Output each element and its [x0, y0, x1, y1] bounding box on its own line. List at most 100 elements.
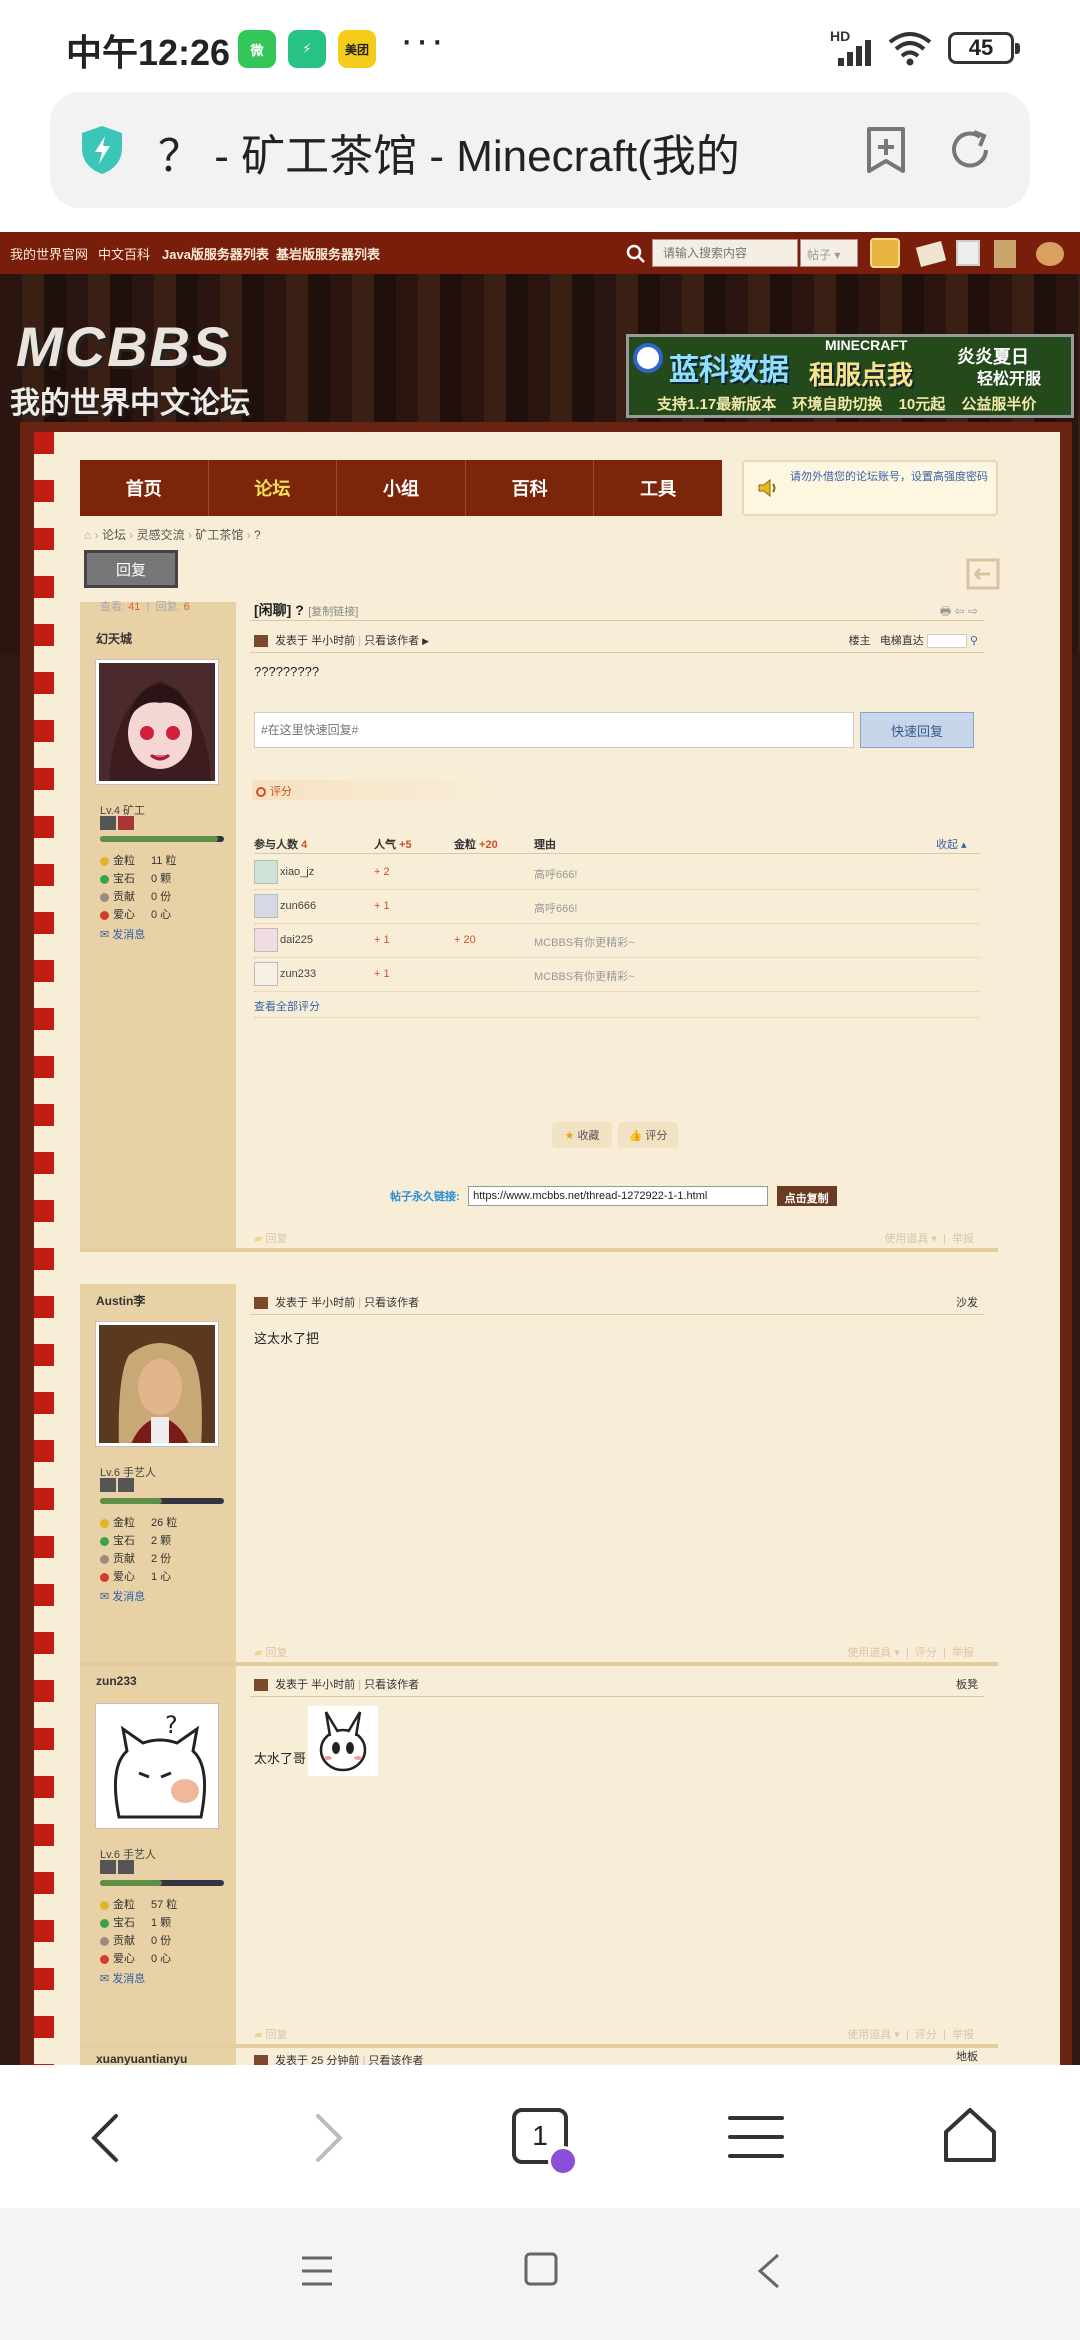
home-icon[interactable]: ⌂: [84, 528, 91, 542]
nav-home[interactable]: 首页: [80, 460, 209, 516]
rate-collapse-label: 收起: [936, 839, 958, 851]
rate-user-avatar[interactable]: [254, 860, 278, 884]
post-3-username[interactable]: zun233: [96, 1674, 137, 1688]
return-icon[interactable]: [966, 558, 1000, 590]
breadcrumb-inspiration[interactable]: 灵感交流: [137, 528, 185, 542]
shield-icon[interactable]: [80, 124, 124, 176]
breadcrumb-thread[interactable]: ?: [254, 528, 261, 542]
home-icon[interactable]: [940, 2106, 1000, 2166]
use-tools-link[interactable]: 使用道具: [847, 2029, 891, 2041]
post-3-stat-contrib: 贡献 0 份: [100, 1932, 171, 1948]
badge-minecart-icon[interactable]: [118, 816, 134, 830]
use-tools-link[interactable]: 使用道具: [884, 1233, 928, 1245]
prev-thread-icon[interactable]: ⇦: [955, 604, 965, 618]
rate-reason: MCBBS有你更精彩~: [534, 937, 635, 949]
use-tools-link[interactable]: 使用道具: [847, 1647, 891, 1659]
rate-header-users-count: 4: [301, 839, 308, 851]
badge-minecart-icon[interactable]: [100, 1478, 116, 1492]
reply-button[interactable]: 回复: [84, 550, 178, 588]
top-link-java-servers[interactable]: Java版服务器列表: [162, 244, 269, 263]
search-scope-select[interactable]: 帖子 ▾: [800, 239, 858, 267]
rate-header-gold-sum: +20: [479, 839, 498, 851]
user-avatar-small[interactable]: [870, 238, 900, 268]
copy-permalink-button[interactable]: 点击复制: [776, 1186, 837, 1206]
forward-icon[interactable]: [310, 2112, 346, 2164]
breadcrumb-teahouse[interactable]: 矿工茶馆: [195, 528, 243, 542]
forum-logo[interactable]: MCBBS: [16, 314, 231, 379]
badge-minecart-icon[interactable]: [118, 1478, 134, 1492]
rate-button[interactable]: 👍 评分: [618, 1122, 678, 1148]
next-thread-icon[interactable]: ⇨: [968, 604, 978, 618]
post-1-reply-link[interactable]: ▰ 回复: [254, 1230, 288, 1246]
rate-collapse-link[interactable]: 收起 ▴: [936, 836, 967, 852]
home-square-icon[interactable]: [524, 2252, 558, 2286]
stat-value: 0 颗: [151, 873, 172, 885]
floor-jump-input[interactable]: [926, 634, 967, 649]
post-2-reply-link[interactable]: ▰ 回复: [254, 1644, 288, 1660]
badge-minecart-icon[interactable]: [118, 1860, 134, 1874]
permalink-input[interactable]: https://www.mcbbs.net/thread-1272922-1-1…: [468, 1186, 769, 1206]
nav-groups[interactable]: 小组: [337, 460, 466, 516]
notification-icon[interactable]: [915, 240, 947, 268]
post-1-only-author[interactable]: 只看该作者: [364, 635, 419, 647]
badge-minecart-icon[interactable]: [100, 816, 116, 830]
post-3-only-author[interactable]: 只看该作者: [364, 1679, 419, 1691]
system-back-icon[interactable]: [756, 2252, 782, 2290]
ad-bottom-4: 公益服半价: [961, 396, 1037, 413]
favorite-button[interactable]: ★ 收藏: [552, 1122, 612, 1148]
report-link[interactable]: 举报: [952, 1233, 974, 1245]
post-2-send-message[interactable]: ✉ 发消息: [100, 1588, 145, 1604]
top-link-bedrock-servers[interactable]: 基岩版服务器列表: [276, 244, 380, 263]
post-1-send-message[interactable]: ✉ 发消息: [100, 926, 145, 942]
top-link-official[interactable]: 我的世界官网: [10, 244, 88, 263]
rate-link[interactable]: 评分: [915, 1647, 937, 1659]
report-link[interactable]: 举报: [952, 1647, 974, 1659]
dice-icon[interactable]: [956, 240, 980, 266]
rate-user-avatar[interactable]: [254, 894, 278, 918]
breadcrumb-forum[interactable]: 论坛: [102, 528, 126, 542]
copy-link[interactable]: [复制链接]: [308, 606, 358, 618]
rate-user-avatar[interactable]: [254, 962, 278, 986]
post-2-only-author[interactable]: 只看该作者: [364, 1297, 419, 1309]
post-3-avatar[interactable]: ?: [95, 1703, 219, 1829]
top-link-wiki[interactable]: 中文百科: [98, 244, 150, 263]
forum-search-box[interactable]: [652, 239, 798, 267]
forum-search-input[interactable]: [653, 240, 793, 266]
cookie-icon[interactable]: [1036, 242, 1064, 266]
rate-user[interactable]: xiao_jz: [280, 866, 314, 878]
menu-icon[interactable]: [728, 2114, 784, 2160]
post-2-avatar[interactable]: [95, 1321, 219, 1447]
rate-link[interactable]: 评分: [915, 2029, 937, 2041]
report-link[interactable]: 举报: [952, 2029, 974, 2041]
refresh-icon[interactable]: [946, 126, 994, 174]
quick-reply-input[interactable]: [255, 713, 851, 747]
ad-banner[interactable]: MINECRAFT 蓝科数据 租服点我 炎炎夏日 轻松开服 支持1.17最新版本…: [626, 334, 1074, 418]
rate-user[interactable]: zun666: [280, 900, 316, 912]
rate-user-avatar[interactable]: [254, 928, 278, 952]
back-icon[interactable]: [88, 2112, 124, 2164]
badge-minecart-icon[interactable]: [100, 1860, 116, 1874]
post-3-send-message[interactable]: ✉ 发消息: [100, 1970, 145, 1986]
nav-tools[interactable]: 工具: [594, 460, 722, 516]
address-bar[interactable]: ？ - 矿工茶馆 - Minecraft(我的: [50, 92, 1030, 208]
floor-jump-icon[interactable]: ⚲: [970, 635, 978, 647]
nav-wiki[interactable]: 百科: [466, 460, 595, 516]
quick-reply-box[interactable]: [254, 712, 854, 748]
tools-icon[interactable]: [994, 240, 1016, 268]
rate-user[interactable]: zun233: [280, 968, 316, 980]
nav-forum[interactable]: 论坛: [209, 460, 338, 516]
quick-reply-button[interactable]: 快速回复: [860, 712, 974, 748]
post-4-username[interactable]: xuanyuantianyu: [96, 2052, 187, 2065]
post-1-avatar[interactable]: [95, 659, 219, 785]
post-1-username[interactable]: 幻天城: [96, 630, 132, 647]
post-4-only-author[interactable]: 只看该作者: [368, 2055, 423, 2065]
triangle-right-icon[interactable]: ▶: [422, 636, 429, 646]
add-bookmark-icon[interactable]: [865, 126, 907, 174]
post-2-username[interactable]: Austin李: [96, 1292, 145, 1309]
print-icon[interactable]: 🖶: [940, 604, 951, 618]
search-icon[interactable]: [626, 244, 646, 264]
recents-icon[interactable]: [300, 2254, 334, 2288]
security-notice[interactable]: 请勿外借您的论坛账号，设置高强度密码: [742, 460, 998, 516]
post-3-reply-link[interactable]: ▰ 回复: [254, 2026, 288, 2042]
rate-user[interactable]: dai225: [280, 934, 313, 946]
